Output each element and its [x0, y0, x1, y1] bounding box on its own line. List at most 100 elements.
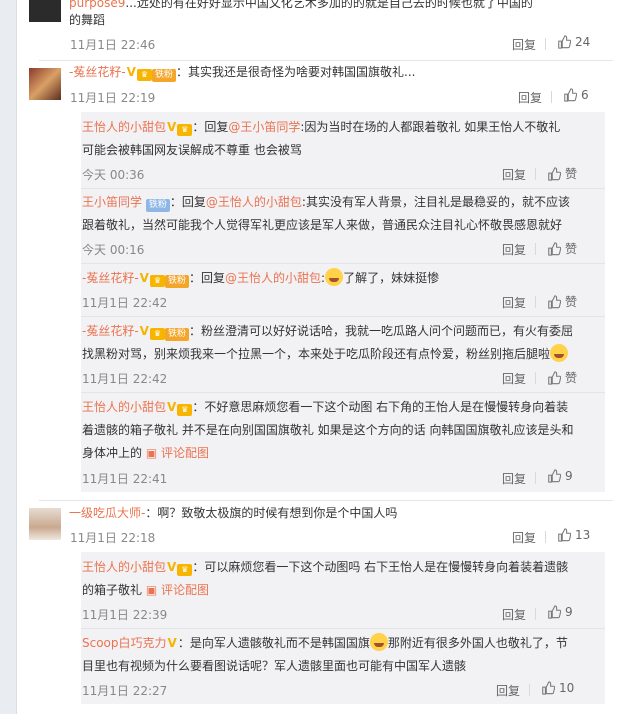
reply-body: 其实没有军人背景，注目礼是最稳妥的，就不应该 — [305, 195, 570, 209]
username[interactable]: -菟丝花籽- — [82, 271, 139, 285]
like-button[interactable]: 赞 — [547, 293, 577, 310]
verified-icon: V — [139, 324, 149, 338]
thumb-up-icon — [548, 241, 561, 256]
comment-text: 一级吃瓜大师-：啊？致敬太极旗的时候有想到你是个中国人吗 — [69, 506, 398, 520]
reply-separator — [81, 628, 605, 629]
reply-text: -菟丝花籽-V ♛ 铁粉 ：回复@王怡人的小甜包: 了解了，妹妹挺惨 — [82, 267, 602, 290]
like-button[interactable]: 赞 — [547, 240, 577, 257]
reply-button[interactable]: 回复 — [502, 370, 526, 387]
comment-text: -菟丝花籽-V ♛ 铁粉 ：其实我还是很奇怪为啥要对韩国国旗敬礼... — [69, 61, 599, 84]
reply-text: 王小笛同学 铁粉 ：回复@王怡人的小甜包:其实没有军人背景，注目礼是最稳妥的，就不… — [82, 195, 570, 212]
username[interactable]: 王怡人的小甜包 — [82, 120, 166, 134]
username[interactable]: 王怡人的小甜包 — [82, 560, 166, 574]
username[interactable]: Scoop白巧克力 — [82, 636, 167, 650]
level-badge-icon: ♛ — [177, 404, 193, 416]
reply-button[interactable]: 回复 — [502, 294, 526, 311]
level-badge-icon: ♛ — [177, 564, 193, 576]
reply-button[interactable]: 回复 — [512, 529, 536, 546]
comment-picture-label: 评论配图 — [161, 583, 210, 597]
username[interactable]: -菟丝花籽- — [82, 324, 139, 338]
like-button[interactable]: 赞 — [547, 165, 577, 182]
mention-link[interactable]: @王怡人的小甜包 — [225, 271, 321, 285]
verified-icon: V — [167, 636, 177, 650]
reply-text-line2: 可能会被韩国网友误解成不尊重 也会被骂 — [82, 143, 302, 157]
reply-button[interactable]: 回复 — [518, 89, 542, 106]
like-button[interactable]: 24 — [557, 35, 590, 49]
grin-emoji-icon — [369, 633, 388, 651]
comment-time: 11月1日 22:46 — [70, 38, 156, 52]
mention-link[interactable]: @王小笛同学 — [228, 120, 300, 134]
comment-body: 啊？致敬太极旗的时候有想到你是个中国人吗 — [157, 506, 398, 520]
like-button[interactable]: 赞 — [547, 369, 577, 386]
reply-button[interactable]: 回复 — [502, 166, 526, 183]
username[interactable]: 王怡人的小甜包 — [82, 400, 166, 414]
comment-text: purpose9...远处的有在好好显示中国文化艺术多加的的就是自己去的时候也就… — [69, 0, 599, 15]
reply-text-line2: 的箱子敬礼 ▣ 评论配图 — [82, 579, 209, 602]
like-button[interactable]: 9 — [547, 605, 573, 619]
reply-body-cont: 那附近有很多外国人也敬礼了，节 — [387, 636, 568, 650]
reply-prefix: 回复 — [204, 120, 229, 134]
reply-button[interactable]: 回复 — [502, 470, 526, 487]
thumb-up-icon — [548, 294, 561, 309]
divider — [535, 296, 536, 308]
avatar[interactable] — [29, 508, 61, 540]
fan-badge: 铁粉 — [151, 69, 176, 82]
like-button[interactable]: 6 — [563, 88, 589, 102]
verified-icon: V — [126, 65, 136, 79]
reply-body: 粉丝澄清可以好好说话哈，我就一吃瓜路人问个问题而已，有火有委屈 — [201, 324, 574, 338]
like-button[interactable]: 9 — [547, 469, 573, 483]
reply-button[interactable]: 回复 — [512, 36, 536, 53]
reply-time: 11月1日 22:41 — [82, 472, 168, 486]
reply-time: 11月1日 22:39 — [82, 608, 168, 622]
fan-badge: 铁粉 — [164, 328, 189, 341]
like-label: 赞 — [565, 295, 578, 309]
reply-button[interactable]: 回复 — [502, 241, 526, 258]
comment-picture-link[interactable]: ▣ 评论配图 — [146, 583, 209, 597]
mention-link[interactable]: @王怡人的小甜包 — [206, 195, 302, 209]
reply-time: 今天 00:16 — [82, 243, 145, 257]
comment-text-line2: 的舞蹈 — [69, 13, 106, 27]
verified-icon: V — [167, 400, 177, 414]
like-count: 6 — [581, 88, 589, 102]
comment-picture-link[interactable]: ▣ 评论配图 — [146, 446, 209, 460]
reply-button[interactable]: 回复 — [502, 606, 526, 623]
comment-body: ...远处的有在好好显示中国文化艺术多加的的就是自己去的时候也就了中国的 — [125, 0, 533, 10]
laughing-emoji-icon — [550, 344, 569, 362]
divider — [535, 372, 536, 384]
reply-text: Scoop白巧克力V：是向军人遗骸敬礼而不是韩国国旗 那附近有很多外国人也敬礼了，… — [82, 632, 602, 655]
divider — [529, 684, 530, 696]
username[interactable]: -菟丝花籽- — [69, 65, 126, 79]
avatar[interactable] — [29, 68, 61, 100]
reply-body: 是向军人遗骸敬礼而不是韩国国旗 — [189, 636, 370, 650]
thumb-up-icon — [564, 88, 577, 102]
reply-body-line2: 找黑粉对骂，别来烦我来一个拉黑一个，本来处于吃瓜阶段还有点怜爱，粉丝别拖后腿啦 — [82, 347, 551, 361]
thumb-up-icon — [542, 681, 555, 695]
reply-button[interactable]: 回复 — [496, 682, 520, 699]
comment-picture-label: 评论配图 — [161, 446, 210, 460]
thumb-up-icon — [548, 605, 561, 619]
reply-prefix: 回复 — [181, 195, 206, 209]
comment-panel: purpose9...远处的有在好好显示中国文化艺术多加的的就是自己去的时候也就… — [16, 0, 621, 714]
reply-text-line2: 找黑粉对骂，别来烦我来一个拉黑一个，本来处于吃瓜阶段还有点怜爱，粉丝别拖后腿啦 — [82, 343, 569, 366]
comment-body: 其实我还是很奇怪为啥要对韩国国旗敬礼... — [188, 65, 416, 79]
username[interactable]: 王小笛同学 — [82, 195, 142, 209]
divider — [551, 91, 552, 103]
divider — [535, 243, 536, 255]
divider — [545, 531, 546, 543]
like-button[interactable]: 13 — [557, 528, 590, 542]
username[interactable]: 一级吃瓜大师- — [69, 506, 145, 520]
reply-separator — [81, 263, 605, 264]
avatar[interactable] — [29, 0, 61, 22]
reply-text-line2: 目里也有视频为什么要看图说话呢？军人遗骸里面也可能有中国军人遗骸 — [82, 659, 467, 673]
like-button[interactable]: 10 — [541, 681, 574, 695]
reply-body: 不好意思麻烦您看一下这个动图 右下角的王怡人是在慢慢转身向着装 — [204, 400, 569, 414]
thumb-up-icon — [548, 469, 561, 483]
reply-time: 11月1日 22:42 — [82, 296, 168, 310]
reply-text: 王怡人的小甜包V ♛ ：不好意思麻烦您看一下这个动图 右下角的王怡人是在慢慢转身向着… — [82, 396, 602, 419]
like-count: 9 — [565, 605, 573, 619]
reply-body-line3: 身体冲上的 — [82, 446, 143, 460]
like-label: 赞 — [565, 371, 578, 385]
verified-icon: V — [139, 271, 149, 285]
wave-hand-emoji-icon — [325, 268, 344, 286]
level-badge-icon: ♛ — [136, 69, 152, 81]
